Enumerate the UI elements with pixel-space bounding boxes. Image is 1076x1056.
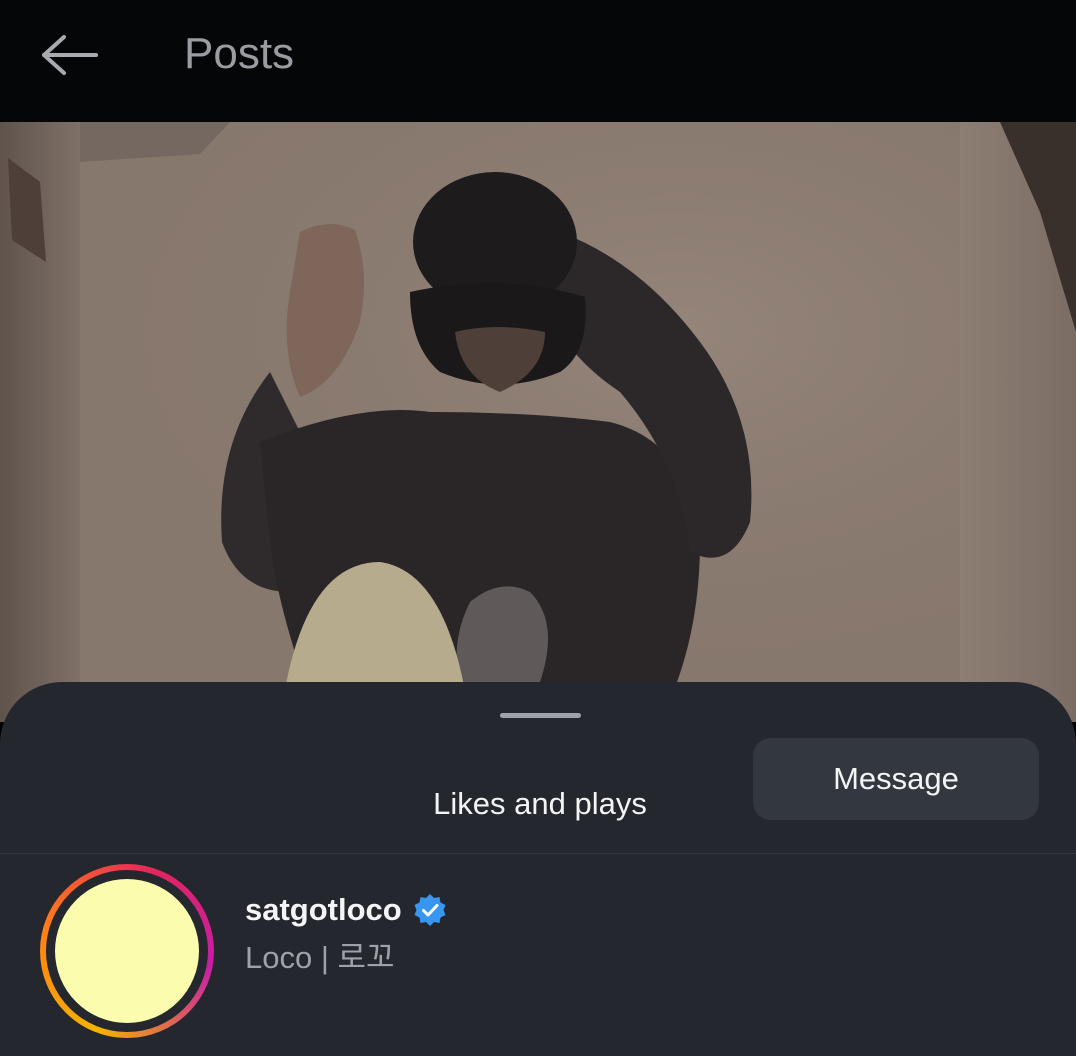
story-ring[interactable] [40, 864, 214, 1038]
drag-handle[interactable] [500, 713, 581, 718]
back-button[interactable] [30, 22, 110, 88]
video-frame-image [0, 122, 1076, 722]
avatar [55, 879, 199, 1023]
username-container: satgotloco [245, 890, 448, 930]
avatar-border [46, 870, 208, 1032]
username[interactable]: satgotloco [245, 890, 402, 930]
page: Posts Likes and plays satgotloco Loco | … [0, 0, 1076, 1056]
message-button[interactable]: Message [753, 738, 1039, 820]
top-app-bar: Posts [0, 0, 1076, 122]
page-title: Posts [184, 29, 295, 78]
user-list-item[interactable]: satgotloco Loco | 로꼬 [0, 854, 1076, 1056]
post-media[interactable] [0, 122, 1076, 722]
arrow-left-icon [42, 35, 98, 75]
verified-badge-icon [412, 892, 448, 928]
full-name: Loco | 로꼬 [245, 940, 395, 975]
